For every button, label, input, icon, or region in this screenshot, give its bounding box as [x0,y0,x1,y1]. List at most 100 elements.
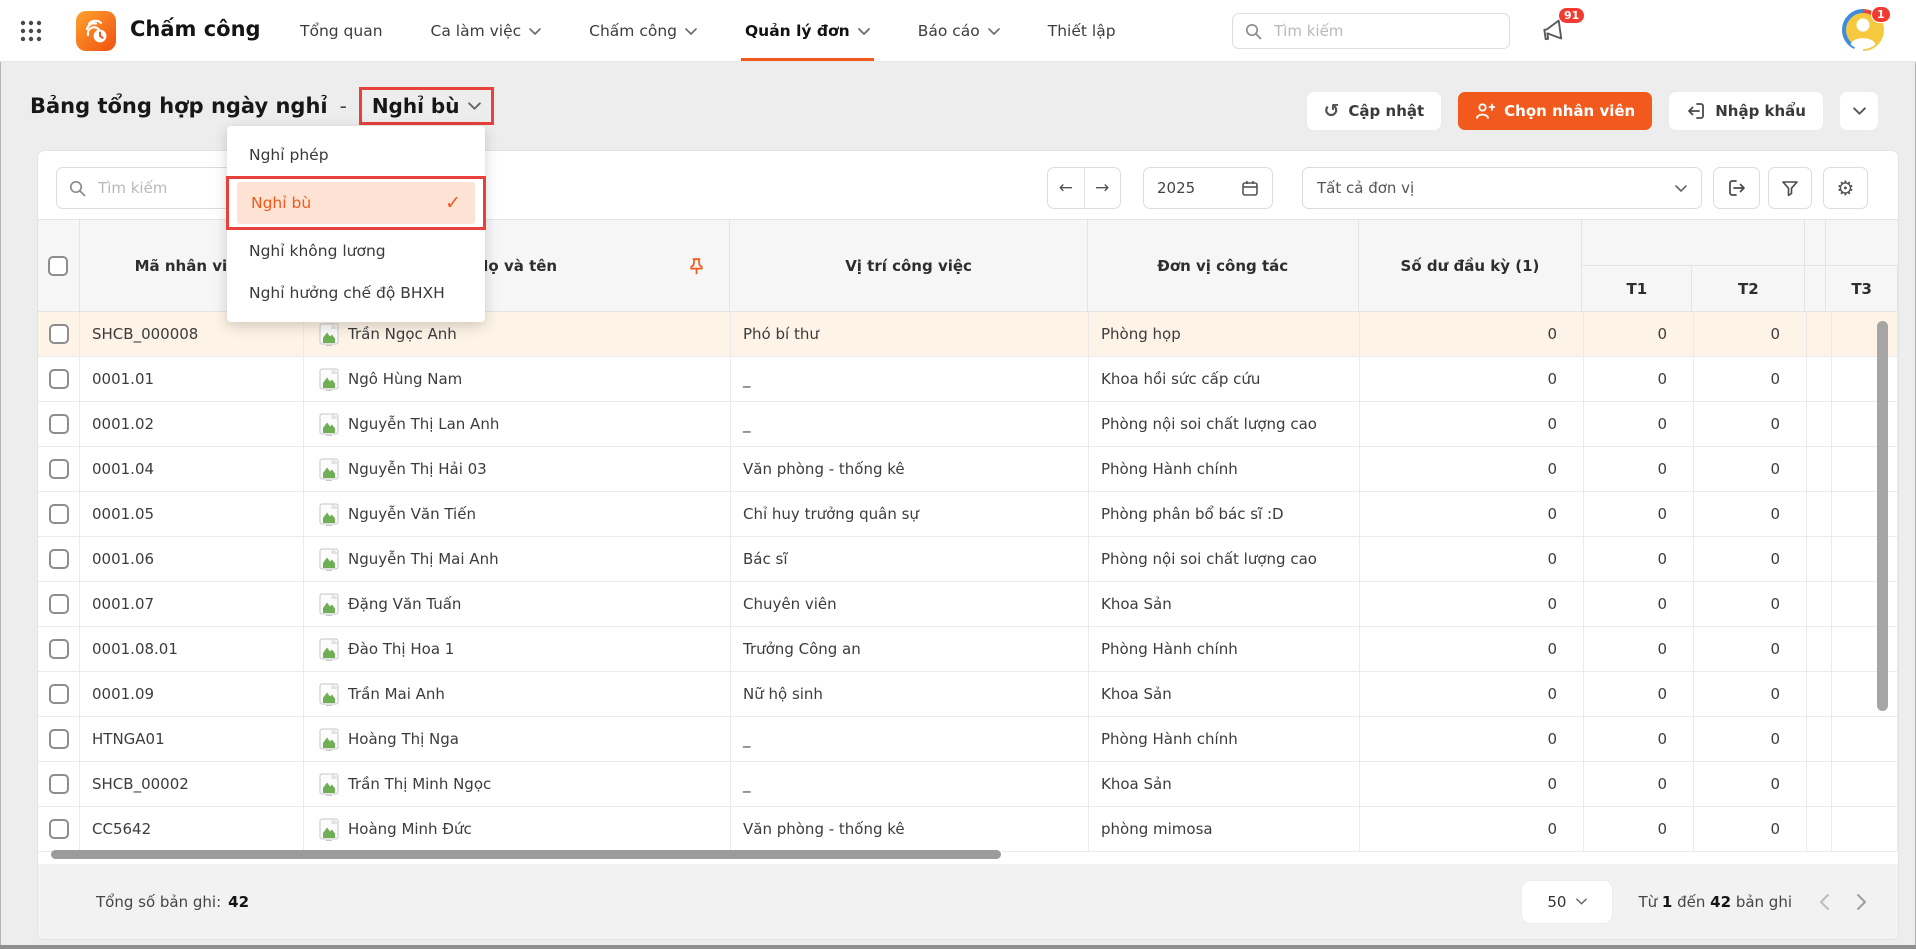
column-header-t1[interactable]: T1 [1582,266,1692,311]
total-records-value: 42 [228,893,249,911]
user-avatar[interactable]: 1 [1841,8,1887,54]
employee-code: 0001.06 [80,537,304,581]
t3-value [1832,492,1898,536]
app-logo-icon[interactable] [76,11,116,51]
column-header-position[interactable]: Vị trí công việc [730,220,1088,311]
top-navigation-bar: Chấm công Tổng quan Ca làm việc Chấm côn… [0,0,1916,62]
avatar-placeholder-icon [319,772,339,796]
column-header-t2[interactable]: T2 [1692,266,1805,311]
next-page-button[interactable] [1856,893,1868,911]
export-icon [1727,178,1747,198]
refresh-icon: ↺ [1324,102,1340,121]
nav-item-bao-cao[interactable]: Báo cáo [918,0,1000,61]
row-checkbox[interactable] [49,324,69,344]
choose-employee-button[interactable]: Chọn nhân viên [1458,92,1652,130]
table-row[interactable]: CC5642 Hoàng Minh Đức Văn phòng - thống … [38,807,1898,852]
employee-code: 0001.05 [80,492,304,536]
employee-code: CC5642 [80,807,304,851]
column-header-opening-balance[interactable]: Số dư đầu kỳ (1) [1359,220,1583,311]
year-value: 2025 [1157,179,1195,197]
column-header-unit[interactable]: Đơn vị công tác [1088,220,1359,311]
row-checkbox[interactable] [49,414,69,434]
employee-name: Hoàng Minh Đức [348,820,472,838]
row-checkbox[interactable] [49,684,69,704]
next-year-button[interactable]: → [1085,168,1121,208]
more-actions-button[interactable] [1840,92,1878,130]
page-size-select[interactable]: 50 [1522,881,1612,923]
table-row[interactable]: SHCB_00002 Trần Thị Minh Ngọc _ Khoa Sản… [38,762,1898,807]
t2-value: 0 [1694,807,1807,851]
avatar-placeholder-icon [319,817,339,841]
global-search-input[interactable] [1272,21,1497,41]
opening-balance: 0 [1360,672,1584,716]
employee-name: Nguyễn Thị Hải 03 [348,460,487,478]
avatar-placeholder-icon [319,412,339,436]
table-row[interactable]: 0001.02 Nguyễn Thị Lan Anh _ Phòng nội s… [38,402,1898,447]
nav-item-cham-cong[interactable]: Chấm công [589,0,697,61]
work-unit: Khoa Sản [1089,672,1360,716]
menu-item-nghi-khong-luong[interactable]: Nghỉ không lương [227,230,485,272]
table-row[interactable]: 0001.08.01 Đào Thị Hoa 1 Trưởng Công an … [38,627,1898,672]
app-grid-icon[interactable] [18,18,44,44]
leave-type-dropdown-trigger[interactable]: Nghỉ bù [359,87,495,125]
row-checkbox[interactable] [49,369,69,389]
opening-balance: 0 [1360,357,1584,401]
previous-page-button[interactable] [1818,893,1830,911]
employee-name: Trần Mai Anh [348,685,445,703]
avatar-placeholder-icon [319,322,339,346]
work-unit: Phòng nội soi chất lượng cao [1089,537,1360,581]
table-row[interactable]: 0001.06 Nguyễn Thị Mai Anh Bác sĩ Phòng … [38,537,1898,582]
row-checkbox[interactable] [49,549,69,569]
vertical-scrollbar[interactable] [1877,321,1888,711]
avatar-placeholder-icon [319,367,339,391]
nav-item-thiet-lap[interactable]: Thiết lập [1048,0,1116,61]
menu-item-nghi-phep[interactable]: Nghỉ phép [227,134,485,176]
calendar-icon [1241,179,1259,197]
table-row[interactable]: 0001.01 Ngô Hùng Nam _ Khoa hồi sức cấp … [38,357,1898,402]
unit-filter-select[interactable]: Tất cả đơn vị [1302,167,1702,209]
total-records-label: Tổng số bản ghi: [96,893,221,911]
settings-button[interactable]: ⚙ [1823,167,1868,209]
t3-value [1832,402,1898,446]
app-window: Chấm công Tổng quan Ca làm việc Chấm côn… [0,0,1916,949]
employee-code: SHCB_00002 [80,762,304,806]
row-checkbox[interactable] [49,819,69,839]
select-all-checkbox[interactable] [48,256,68,276]
nav-item-ca-lam-viec[interactable]: Ca làm việc [431,0,542,61]
work-unit: Phòng Hành chính [1089,447,1360,491]
row-checkbox[interactable] [49,774,69,794]
table-row[interactable]: 0001.07 Đặng Văn Tuấn Chuyên viên Khoa S… [38,582,1898,627]
table-row[interactable]: 0001.09 Trần Mai Anh Nữ hộ sinh Khoa Sản… [38,672,1898,717]
export-button[interactable] [1713,167,1760,209]
employee-name: Trần Thị Minh Ngọc [348,775,491,793]
horizontal-scrollbar[interactable] [51,850,1001,859]
row-checkbox[interactable] [49,594,69,614]
nav-item-quan-ly-don[interactable]: Quản lý đơn [745,0,870,61]
work-unit: phòng mimosa [1089,807,1360,851]
menu-item-nghi-bu[interactable]: Nghỉ bù ✓ [237,182,475,224]
t1-value: 0 [1584,447,1694,491]
nav-item-tong-quan[interactable]: Tổng quan [300,0,383,61]
app-title: Chấm công [130,17,261,41]
pin-icon[interactable] [688,257,705,274]
table-row[interactable]: HTNGA01 Hoàng Thị Nga _ Phòng Hành chính… [38,717,1898,762]
table-row[interactable]: 0001.05 Nguyễn Văn Tiến Chỉ huy trưởng q… [38,492,1898,537]
row-checkbox[interactable] [49,459,69,479]
row-checkbox[interactable] [49,729,69,749]
t1-value: 0 [1584,807,1694,851]
menu-item-nghi-huong-che-do-bhxh[interactable]: Nghỉ hưởng chế độ BHXH [227,272,485,314]
year-picker[interactable]: 2025 [1143,167,1273,209]
t1-value: 0 [1584,627,1694,671]
previous-year-button[interactable]: ← [1048,168,1085,208]
table-footer: Tổng số bản ghi: 42 50 Từ 1 đến 42 bản g… [38,864,1898,939]
filter-button[interactable] [1768,167,1812,209]
row-checkbox[interactable] [49,639,69,659]
update-button[interactable]: ↺ Cập nhật [1307,92,1442,130]
t2-value: 0 [1694,672,1807,716]
row-checkbox[interactable] [49,504,69,524]
column-header-t3[interactable]: T3 [1826,266,1898,311]
notifications-button[interactable]: 91 [1543,17,1577,47]
import-button[interactable]: Nhập khẩu [1669,92,1823,130]
table-row[interactable]: 0001.04 Nguyễn Thị Hải 03 Văn phòng - th… [38,447,1898,492]
person-add-icon [1475,102,1495,120]
